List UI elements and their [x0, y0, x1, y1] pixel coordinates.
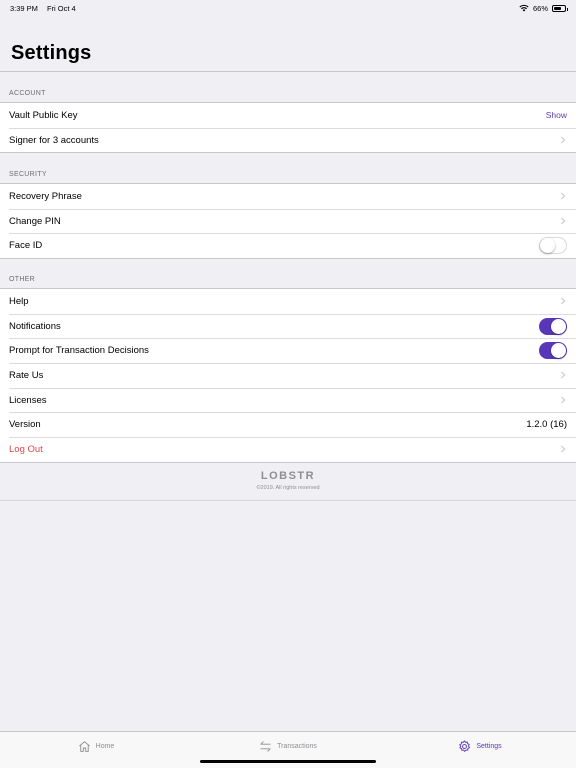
row-label: Change PIN — [9, 215, 61, 227]
log-out-row[interactable]: Log Out — [0, 437, 576, 462]
notifications-row: Notifications — [0, 313, 576, 339]
face-id-row: Face ID — [0, 233, 576, 258]
chevron-right-icon — [561, 217, 566, 225]
section-header-other: OTHER — [9, 276, 35, 283]
toggle-knob — [551, 318, 566, 334]
row-label: Version — [9, 419, 41, 431]
chevron-right-icon — [561, 396, 566, 404]
rate-us-row[interactable]: Rate Us — [0, 363, 576, 388]
tab-settings[interactable]: Settings — [384, 732, 576, 760]
show-key-link[interactable]: Show — [546, 110, 567, 120]
row-label: Licenses — [9, 394, 47, 406]
recovery-phrase-row[interactable]: Recovery Phrase — [0, 184, 576, 209]
chevron-right-icon — [561, 446, 566, 453]
home-icon — [78, 740, 90, 752]
footer-divider — [0, 500, 576, 501]
prompt-transaction-toggle[interactable] — [539, 342, 567, 360]
page-title: Settings — [11, 42, 92, 64]
copyright-text: ©2019. All rights reserved — [256, 485, 320, 491]
version-value: 1.2.0 (16) — [526, 419, 567, 431]
status-date: Fri Oct 4 — [46, 3, 76, 13]
tab-label: Settings — [476, 742, 502, 750]
battery-level — [554, 6, 561, 10]
row-label: Rate Us — [9, 369, 44, 381]
gear-icon — [459, 739, 471, 752]
app-footer: LOBSTR ©2019. All rights reserved — [0, 470, 576, 491]
section-header-security: SECURITY — [9, 171, 47, 178]
tab-label: Home — [95, 742, 115, 750]
section-header-account: ACCOUNT — [9, 90, 46, 97]
tab-home[interactable]: Home — [0, 732, 192, 760]
row-label: Signer for 3 accounts — [9, 134, 99, 146]
signer-accounts-row[interactable]: Signer for 3 accounts — [0, 127, 576, 153]
vault-public-key-row[interactable]: Vault Public Key Show — [0, 103, 576, 128]
help-row[interactable]: Help — [0, 289, 576, 314]
chevron-right-icon — [561, 297, 566, 305]
log-out-label: Log Out — [9, 443, 43, 455]
tab-transactions[interactable]: Transactions — [192, 732, 384, 760]
status-bar: 3:39 PM Fri Oct 4 66% — [0, 0, 576, 16]
row-label: Notifications — [9, 320, 61, 332]
transactions-icon — [260, 740, 271, 752]
row-label: Prompt for Transaction Decisions — [9, 345, 149, 357]
version-row: Version 1.2.0 (16) — [0, 412, 576, 437]
chevron-right-icon — [561, 192, 566, 200]
notifications-toggle[interactable] — [539, 317, 567, 335]
toggle-knob — [540, 238, 555, 254]
toggle-knob — [551, 343, 566, 359]
other-group: Help Notifications Prompt for Transactio… — [0, 288, 576, 463]
prompt-transaction-decisions-row: Prompt for Transaction Decisions — [0, 338, 576, 363]
wifi-icon — [519, 4, 529, 12]
status-time: 3:39 PM — [10, 3, 38, 13]
licenses-row[interactable]: Licenses — [0, 387, 576, 413]
row-label: Vault Public Key — [9, 109, 78, 121]
brand-logo: LOBSTR — [260, 470, 316, 482]
title-divider — [0, 71, 576, 72]
row-label: Recovery Phrase — [9, 190, 82, 202]
tab-label: Transactions — [277, 742, 317, 750]
home-indicator — [200, 760, 376, 763]
account-group: Vault Public Key Show Signer for 3 accou… — [0, 102, 576, 154]
battery-percent: 66% — [532, 3, 548, 13]
battery-icon — [552, 4, 568, 12]
chevron-right-icon — [561, 136, 566, 144]
row-label: Face ID — [9, 240, 43, 252]
change-pin-row[interactable]: Change PIN — [0, 208, 576, 234]
security-group: Recovery Phrase Change PIN Face ID — [0, 183, 576, 260]
row-label: Help — [9, 295, 29, 307]
face-id-toggle[interactable] — [539, 237, 567, 255]
chevron-right-icon — [561, 372, 566, 379]
